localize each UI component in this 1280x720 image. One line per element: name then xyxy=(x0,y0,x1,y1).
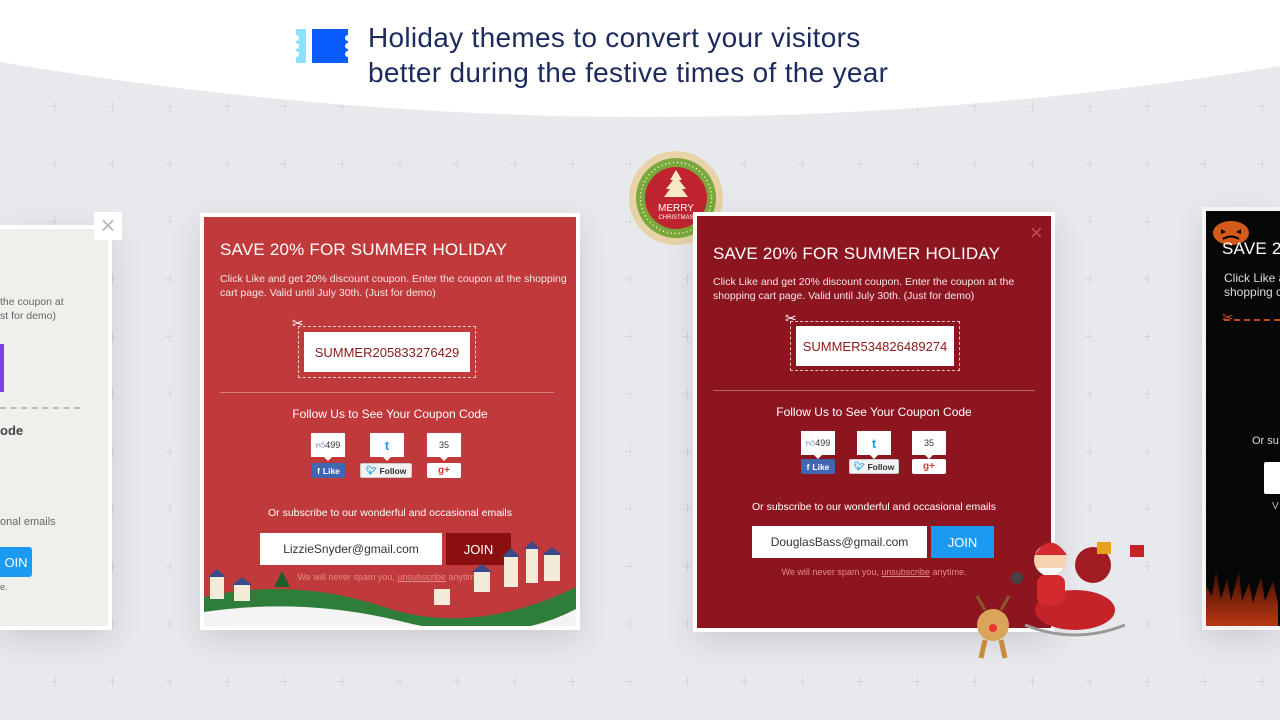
subscribe-text: onal emails xyxy=(0,516,56,528)
card-description: Click Like and get 20% discount coupon. … xyxy=(220,273,567,299)
santa-sleigh-illustration xyxy=(975,542,1144,659)
scissors-icon: ✂ xyxy=(785,310,797,326)
card-description: Click Like a shopping c xyxy=(1224,271,1280,299)
divider xyxy=(220,392,554,393)
close-icon[interactable]: × xyxy=(1030,220,1043,246)
follow-text: Follow Us to See Your Coupon Code xyxy=(292,407,488,421)
svg-text:MERRY: MERRY xyxy=(658,203,694,214)
subscribe-text: Or subscribe to our wonderful and occasi… xyxy=(752,501,996,513)
subscribe-text: Or su xyxy=(1252,435,1279,447)
join-button[interactable]: OIN xyxy=(0,547,32,577)
facebook-like-button[interactable]: f Like xyxy=(311,463,346,478)
spam-text: V xyxy=(1272,501,1279,512)
twitter-follow-button[interactable]: 🐦︎ Follow xyxy=(849,459,899,474)
popup-card-summer: SAVE 20% FOR SUMMER HOLIDAY Click Like a… xyxy=(200,213,580,630)
coupon-ticket-icon xyxy=(293,27,351,70)
coupon-box xyxy=(0,344,4,392)
divider xyxy=(713,390,1035,391)
grass-fire-illustration xyxy=(1206,571,1278,626)
winter-village-illustration xyxy=(204,541,576,626)
gplus-count-box: 35 xyxy=(912,431,946,459)
coupon-code[interactable]: SUMMER534826489274 xyxy=(796,326,954,366)
twitter-icon: t xyxy=(857,431,891,459)
svg-text:CHRISTMAS: CHRISTMAS xyxy=(658,215,693,221)
card-title: SAVE 20% FOR SUMMER HOLIDAY xyxy=(713,244,1001,263)
popup-card-halloween: SAVE 2 Click Like a shopping c ✂ Or su V xyxy=(1202,207,1280,630)
follow-text: ode xyxy=(0,423,24,438)
follow-text: Follow Us to See Your Coupon Code xyxy=(776,405,972,419)
subscribe-text: Or subscribe to our wonderful and occasi… xyxy=(268,507,512,519)
like-count-box: 👍︎ 499 xyxy=(311,433,345,461)
header-line-2: better during the festive times of the y… xyxy=(368,57,889,88)
twitter-follow-button[interactable]: 🐦︎ Follow xyxy=(360,463,412,478)
card-description: the coupon at st for demo) xyxy=(0,296,64,322)
close-icon[interactable]: × xyxy=(94,212,122,240)
thumbs-up-icon: 👍︎ xyxy=(805,437,816,448)
coupon-code[interactable]: SUMMER205833276429 xyxy=(304,332,470,372)
unsubscribe-link[interactable]: unsubscribe xyxy=(881,567,930,577)
scissors-icon: ✂ xyxy=(1222,309,1234,325)
email-input[interactable] xyxy=(1264,462,1280,494)
thumbs-up-icon: 👍︎ xyxy=(315,439,326,450)
header-title: Holiday themes to convert your visitors b… xyxy=(368,20,888,90)
card-title: SAVE 20% FOR SUMMER HOLIDAY xyxy=(220,240,508,259)
gplus-button[interactable]: g+ xyxy=(427,463,461,478)
facebook-like-button[interactable]: f Like xyxy=(801,459,835,474)
gplus-count-box: 35 xyxy=(427,433,461,461)
email-input[interactable]: DouglasBass@gmail.com xyxy=(752,526,927,558)
card-description: Click Like and get 20% discount coupon. … xyxy=(713,276,1015,302)
cut-line xyxy=(0,407,80,409)
twitter-icon: t xyxy=(370,433,404,461)
like-count-box: 👍︎ 499 xyxy=(801,431,835,459)
spam-text: e. xyxy=(0,582,8,592)
popup-card-default: the coupon at st for demo) ode onal email… xyxy=(0,225,112,630)
gplus-button[interactable]: g+ xyxy=(912,459,946,474)
scissors-icon: ✂ xyxy=(292,315,304,331)
card-title: SAVE 2 xyxy=(1222,239,1280,258)
header-line-1: Holiday themes to convert your visitors xyxy=(368,22,861,53)
